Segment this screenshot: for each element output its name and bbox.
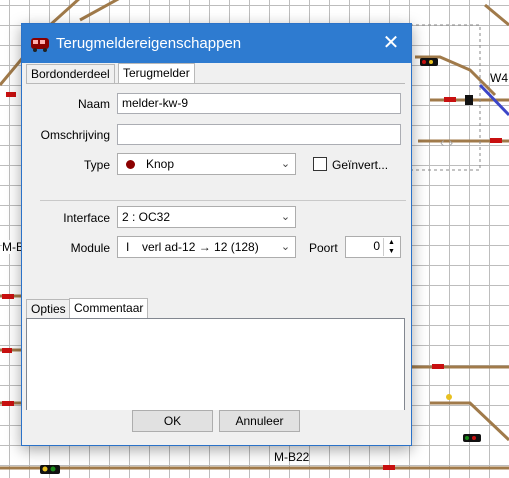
tab-opties[interactable]: Opties: [26, 299, 71, 318]
chevron-down-icon: ⌄: [280, 211, 291, 223]
type-select[interactable]: Knop ⌄: [117, 153, 296, 175]
ok-button[interactable]: OK: [132, 410, 213, 432]
tab-bordonderdeel[interactable]: Bordonderdeel: [26, 64, 115, 83]
naam-label: Naam: [77, 97, 110, 111]
signal-lamp: [446, 394, 452, 400]
interface-label: Interface: [63, 211, 110, 225]
title-bar[interactable]: Terugmeldereigenschappen ✕: [22, 24, 411, 63]
interface-value: 2 : OC32: [122, 210, 171, 224]
stepper-up-icon[interactable]: ▲: [383, 238, 399, 247]
module-prefix: I: [126, 240, 130, 254]
signal-icon: [463, 434, 481, 442]
close-icon[interactable]: ✕: [371, 24, 411, 63]
button-bar: OK Annuleer: [22, 410, 411, 445]
poort-stepper[interactable]: 0 ▲ ▼: [345, 236, 401, 258]
stepper-down-icon[interactable]: ▼: [383, 247, 399, 256]
inverted-label: Geïnvert...: [332, 158, 389, 172]
type-label: Type: [83, 158, 110, 172]
cancel-button[interactable]: Annuleer: [219, 410, 300, 432]
feedback-properties-dialog: Terugmeldereigenschappen ✕ Bordonderdeel…: [21, 23, 412, 446]
poort-value: 0: [373, 239, 380, 253]
signal-icon: [40, 465, 60, 474]
bg-label-w4: W4: [490, 71, 508, 85]
switch-marker: [465, 95, 473, 105]
poort-label: Poort: [309, 241, 338, 255]
sub-tabs: Opties Commentaar: [26, 296, 405, 319]
interface-select[interactable]: 2 : OC32 ⌄: [117, 206, 296, 228]
module-value: verl ad-12 → 12 (128): [142, 240, 259, 254]
module-label: Module: [70, 241, 110, 255]
direction-arrows: ‹ ›: [440, 134, 454, 150]
omschrijving-field[interactable]: [117, 124, 401, 145]
knop-dot-icon: [126, 160, 135, 169]
track-segment: [484, 3, 509, 27]
chevron-down-icon: ⌄: [280, 241, 291, 253]
inverted-checkbox[interactable]: [313, 157, 327, 171]
tab-commentaar[interactable]: Commentaar: [69, 298, 149, 319]
track-segment: [79, 0, 120, 22]
signal-icon: [420, 58, 438, 66]
window-title: Terugmeldereigenschappen: [56, 35, 242, 52]
tab-terugmelder[interactable]: Terugmelder: [118, 63, 195, 83]
train-app-icon: [31, 38, 49, 52]
omschrijving-label: Omschrijving: [40, 128, 110, 142]
naam-field[interactable]: melder-kw-9: [117, 93, 401, 114]
bg-label-mb22: M-B22: [274, 450, 310, 464]
terugmelder-panel: Naam melder-kw-9 Omschrijving Type Knop …: [26, 83, 406, 426]
module-select[interactable]: I verl ad-12 → 12 (128) ⌄: [117, 236, 296, 258]
separator: [40, 200, 406, 201]
chevron-down-icon: ⌄: [280, 158, 291, 170]
type-value: Knop: [146, 157, 175, 171]
